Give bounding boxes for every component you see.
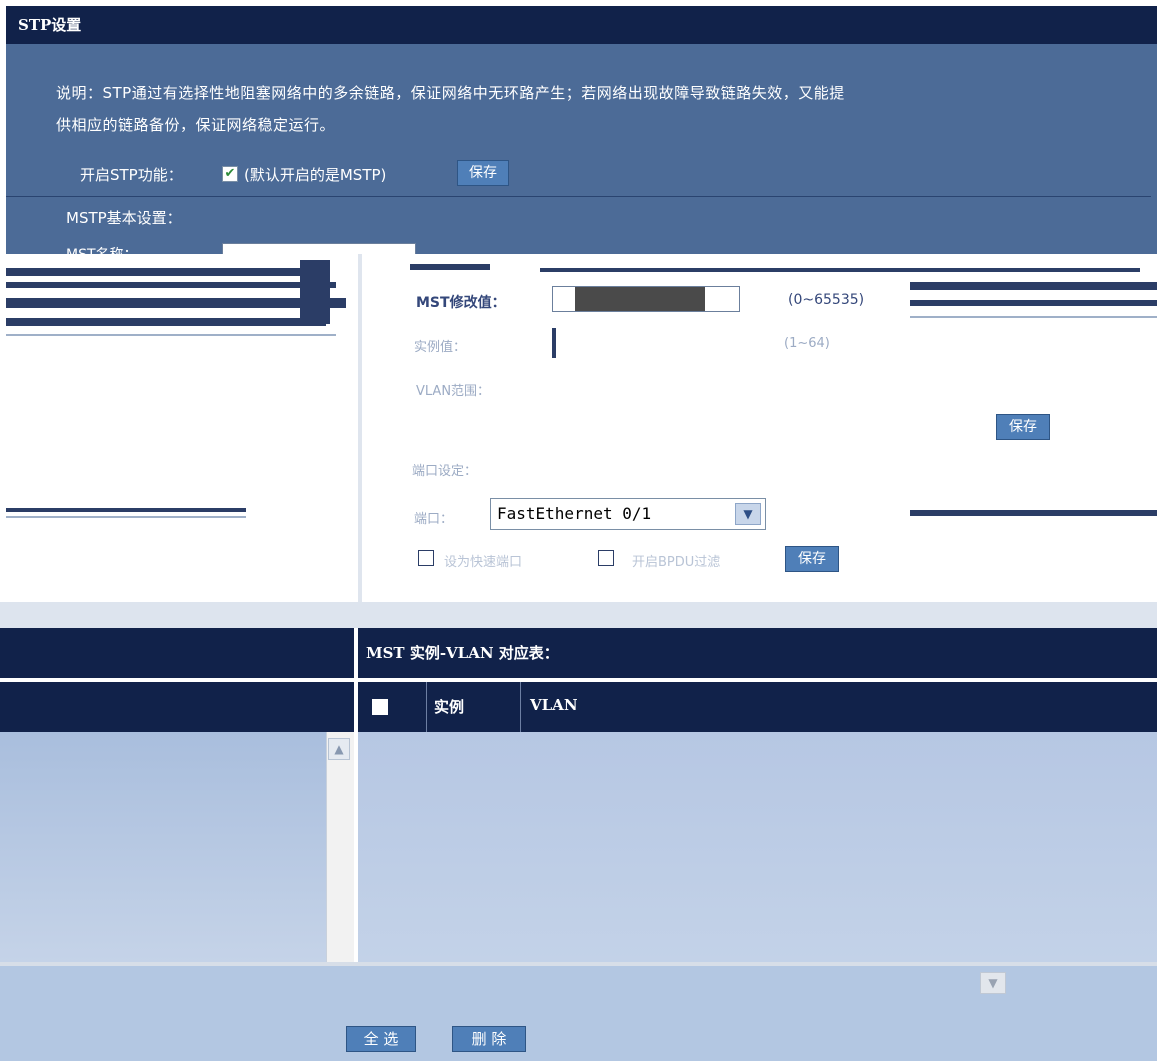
render-artifact xyxy=(6,282,336,288)
mst-table-body xyxy=(358,732,1157,962)
chevron-down-icon[interactable]: ▼ xyxy=(980,972,1006,994)
divider xyxy=(6,196,1151,197)
render-artifact xyxy=(0,962,1157,966)
mst-revision-label: MST修改值： xyxy=(416,295,506,311)
port-settings-label: 端口设定： xyxy=(412,464,478,479)
chevron-down-icon[interactable]: ▼ xyxy=(735,503,761,525)
render-artifact xyxy=(6,334,336,336)
vlan-range-label: VLAN范围： xyxy=(416,384,491,399)
instance-save-button[interactable]: 保存 xyxy=(996,414,1050,440)
render-artifact xyxy=(300,260,330,324)
port-select[interactable]: FastEthernet 0/1 ▼ xyxy=(490,498,766,530)
mst-name-label: MST名称： xyxy=(66,244,138,254)
select-all-button[interactable]: 全 选 xyxy=(346,1026,416,1052)
render-artifact xyxy=(6,298,346,308)
render-artifact xyxy=(910,300,1157,306)
stp-save-button[interactable]: 保存 xyxy=(457,160,509,186)
bpdu-filter-label: 开启BPDU过滤 xyxy=(632,555,721,570)
render-artifact xyxy=(6,516,246,518)
left-table-title-bar xyxy=(0,628,354,678)
page-title: STP设置 xyxy=(6,6,1157,44)
port-label: 端口： xyxy=(414,512,454,527)
stp-enable-checkbox[interactable]: ✔ xyxy=(222,166,238,182)
instance-range: (1~64) xyxy=(784,336,830,351)
input-highlight xyxy=(575,287,705,311)
render-artifact xyxy=(910,316,1157,318)
select-all-checkbox[interactable] xyxy=(372,699,388,715)
section-spacer xyxy=(0,602,1157,628)
render-artifact xyxy=(910,510,1157,516)
mst-revision-range: (0~65535) xyxy=(788,292,865,308)
footer xyxy=(0,1002,1157,1061)
panel-divider xyxy=(358,254,362,602)
mst-table-header xyxy=(358,682,1157,732)
render-artifact xyxy=(410,264,490,270)
delete-button[interactable]: 删 除 xyxy=(452,1026,526,1052)
instance-input[interactable] xyxy=(552,328,556,358)
render-artifact xyxy=(6,318,326,326)
mst-revision-input[interactable] xyxy=(552,286,740,312)
edge-port-checkbox[interactable] xyxy=(418,550,434,566)
render-artifact xyxy=(540,268,1140,272)
port-save-button[interactable]: 保存 xyxy=(785,546,839,572)
column-divider xyxy=(426,682,427,732)
left-table-header xyxy=(0,682,354,732)
vertical-scrollbar[interactable] xyxy=(326,732,354,962)
port-select-value: FastEthernet 0/1 xyxy=(497,504,652,523)
instance-label: 实例值： xyxy=(414,340,467,355)
mstp-basic-section-label: MSTP基本设置： xyxy=(66,209,182,227)
render-artifact xyxy=(6,268,326,276)
scroll-up-icon[interactable]: ▲ xyxy=(328,738,350,760)
left-list-body xyxy=(0,732,326,962)
description-line-1: 说明：STP通过有选择性地阻塞网络中的多余链路，保证网络中无环路产生；若网络出现… xyxy=(56,84,845,102)
column-header-instance: 实例 xyxy=(434,698,465,716)
column-header-vlan: VLAN xyxy=(530,696,578,714)
mst-table-title: MST 实例-VLAN 对应表： xyxy=(358,628,1157,678)
mst-name-input[interactable] xyxy=(222,243,416,254)
render-artifact xyxy=(910,282,1157,290)
stp-default-note: (默认开启的是MSTP) xyxy=(244,166,387,184)
description-line-2: 供相应的链路备份，保证网络稳定运行。 xyxy=(56,116,336,134)
column-divider xyxy=(520,682,521,732)
bpdu-filter-checkbox[interactable] xyxy=(598,550,614,566)
edge-port-label: 设为快速端口 xyxy=(444,555,523,570)
stp-enable-label: 开启STP功能： xyxy=(80,166,183,184)
render-artifact xyxy=(6,508,246,512)
